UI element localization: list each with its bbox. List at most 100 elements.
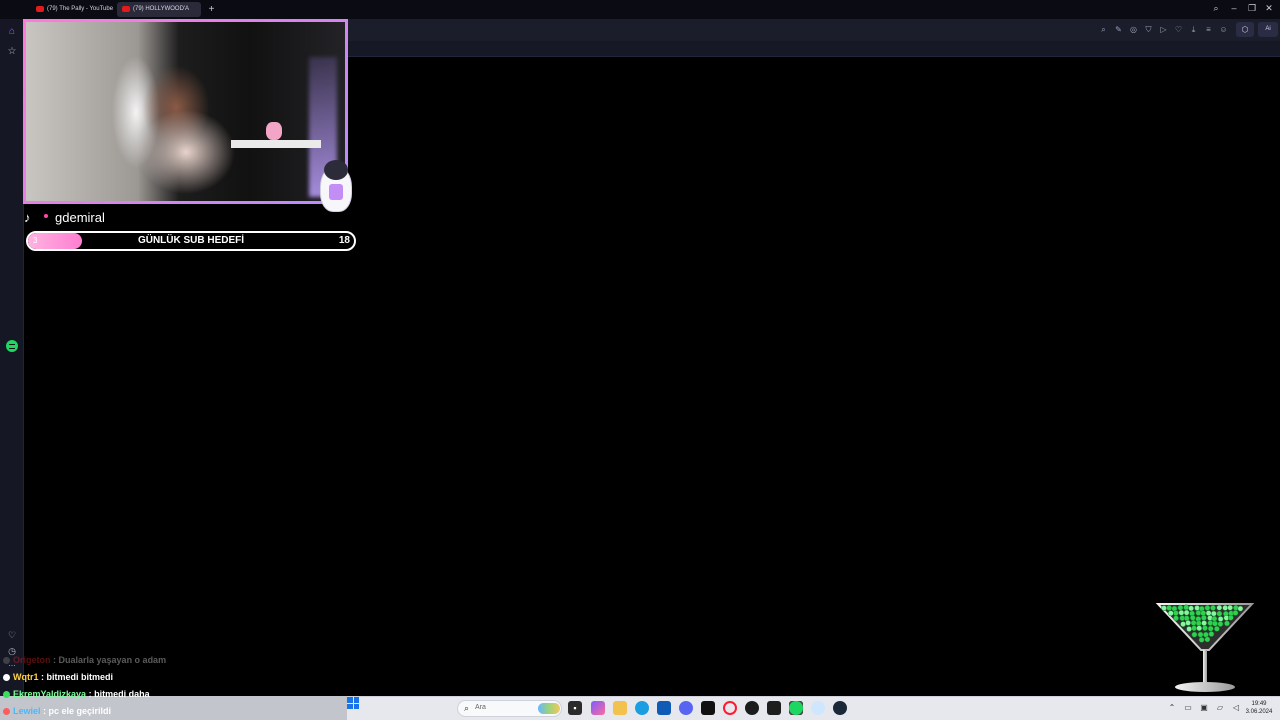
store-icon[interactable] xyxy=(657,701,671,715)
green-ball xyxy=(1196,625,1203,632)
chat-message: Lewiel : pc ele geçirildi xyxy=(3,705,111,717)
green-ball xyxy=(1167,610,1174,617)
terminal-icon[interactable] xyxy=(767,701,781,715)
play-icon[interactable]: ▷ xyxy=(1158,24,1169,35)
search-tabs-icon[interactable]: ⌕ xyxy=(1209,3,1223,14)
green-ball xyxy=(1173,610,1179,616)
clock-time[interactable]: 19:49 xyxy=(1244,701,1274,707)
green-ball xyxy=(1161,605,1167,611)
spotify-taskbar-icon[interactable] xyxy=(789,701,803,715)
tab-youtube-pally[interactable]: (79) The Pally - YouTube xyxy=(31,2,115,17)
green-ball xyxy=(1188,605,1194,612)
green-ball xyxy=(1201,614,1207,621)
streamer-username: gdemiral xyxy=(55,210,105,225)
youtube-icon xyxy=(122,6,130,12)
edit-icon[interactable]: ✎ xyxy=(1113,24,1124,35)
file-explorer-icon[interactable] xyxy=(613,701,627,715)
penguin-mascot-sticker xyxy=(317,160,355,214)
green-ball xyxy=(1208,631,1215,637)
green-ball xyxy=(1189,614,1196,621)
tray-chevron-icon[interactable]: ⌃ xyxy=(1167,703,1177,712)
copilot-icon[interactable] xyxy=(591,701,605,715)
shield-icon[interactable]: ⛉ xyxy=(1143,24,1154,35)
green-ball xyxy=(1217,616,1224,622)
minimize-button[interactable]: – xyxy=(1227,3,1241,13)
search-icon: ⌕ xyxy=(464,703,470,713)
green-ball xyxy=(1183,615,1190,622)
profile-icon[interactable]: ☺ xyxy=(1218,24,1229,35)
opera-taskbar-icon[interactable] xyxy=(723,701,737,715)
chat-badge xyxy=(3,691,10,698)
green-ball xyxy=(1224,620,1230,627)
settings-icon[interactable] xyxy=(811,701,825,715)
bookmarks-star-icon[interactable]: ☆ xyxy=(5,45,19,59)
maximize-button[interactable]: ❐ xyxy=(1245,3,1259,14)
search-highlight-art xyxy=(538,703,560,714)
chat-text: : Dualarla yaşayan o adam xyxy=(53,655,167,665)
green-ball xyxy=(1202,625,1208,631)
green-ball xyxy=(1195,610,1202,616)
separator-dot xyxy=(44,214,48,218)
green-ball xyxy=(1211,615,1218,622)
green-ball xyxy=(1198,636,1205,643)
green-ball xyxy=(1227,604,1233,611)
chat-badge xyxy=(3,708,10,715)
discord-icon[interactable] xyxy=(679,701,693,715)
green-ball xyxy=(1190,620,1197,626)
tray-app-icon[interactable]: ▭ xyxy=(1183,703,1193,712)
tiktok-icon: ♪ xyxy=(24,210,31,225)
green-ball xyxy=(1183,609,1190,616)
tab-strip: (79) The Pally - YouTube (79) HOLLYWOOD'… xyxy=(0,0,1280,19)
network-icon[interactable]: ▱ xyxy=(1215,703,1225,712)
windows-start-icon[interactable] xyxy=(347,697,359,709)
camera-icon[interactable]: ◎ xyxy=(1128,24,1139,35)
green-ball xyxy=(1232,610,1239,616)
steam-icon[interactable] xyxy=(833,701,847,715)
green-ball xyxy=(1212,620,1218,627)
taskbar-search[interactable]: ⌕ Ara xyxy=(457,700,562,717)
green-ball xyxy=(1216,604,1223,611)
green-ball xyxy=(1201,620,1207,626)
new-tab-button[interactable]: + xyxy=(206,4,217,15)
download-icon[interactable]: ⤓ xyxy=(1188,24,1199,35)
desk xyxy=(231,140,321,148)
menu-icon[interactable]: ≡ xyxy=(1203,24,1214,35)
chat-username: Origeton xyxy=(13,655,51,665)
task-view-icon[interactable]: ▪ xyxy=(568,701,582,715)
clock-date[interactable]: 3.06.2024 xyxy=(1244,709,1274,715)
heart-icon[interactable]: ♡ xyxy=(1173,24,1184,35)
pink-decor xyxy=(266,122,282,140)
heart-icon[interactable]: ♡ xyxy=(5,628,19,642)
tray-app2-icon[interactable]: ▣ xyxy=(1199,703,1209,712)
green-ball xyxy=(1178,609,1185,616)
volume-icon[interactable]: ◁ xyxy=(1231,703,1241,712)
close-button[interactable]: ✕ xyxy=(1262,3,1276,14)
tab-title: (79) HOLLYWOOD'A xyxy=(133,6,190,12)
green-ball xyxy=(1183,604,1190,611)
green-ball xyxy=(1210,610,1217,617)
green-ball xyxy=(1214,625,1220,632)
zoom-icon[interactable]: ⌕ xyxy=(1098,24,1109,35)
chat-message: Origeton : Dualarla yaşayan o adam xyxy=(3,654,166,666)
green-ball xyxy=(1197,631,1204,638)
green-ball xyxy=(1237,605,1244,612)
edge-icon[interactable] xyxy=(635,701,649,715)
aria-ai-button[interactable]: Ai xyxy=(1258,22,1278,37)
chat-message: Wqtr1 : bitmedi bitmedi xyxy=(3,671,113,683)
sub-goal-bar: 3 GÜNLÜK SUB HEDEFİ 18 xyxy=(26,231,356,251)
extension-icon[interactable]: ⬡ xyxy=(1236,22,1254,37)
chat-username: Wqtr1 xyxy=(13,672,39,682)
tab-youtube-hollywood[interactable]: (79) HOLLYWOOD'A xyxy=(117,2,201,17)
chat-badge xyxy=(3,657,10,664)
green-ball xyxy=(1227,614,1234,621)
home-icon[interactable]: ⌂ xyxy=(5,25,19,39)
app-icon[interactable] xyxy=(701,701,715,715)
windows-taskbar: ⌕ Ara ▪ ⌃ ▭ ▣ ▱ ◁ 19:49 3.06.2024 xyxy=(347,696,1280,720)
spotify-icon[interactable] xyxy=(6,340,18,352)
webcam-feed xyxy=(23,19,348,204)
chat-text: : bitmedi bitmedi xyxy=(41,672,114,682)
green-ball xyxy=(1204,605,1211,611)
green-ball xyxy=(1210,605,1216,611)
obs-icon[interactable] xyxy=(745,701,759,715)
chat-text: : pc ele geçirildi xyxy=(43,706,112,716)
